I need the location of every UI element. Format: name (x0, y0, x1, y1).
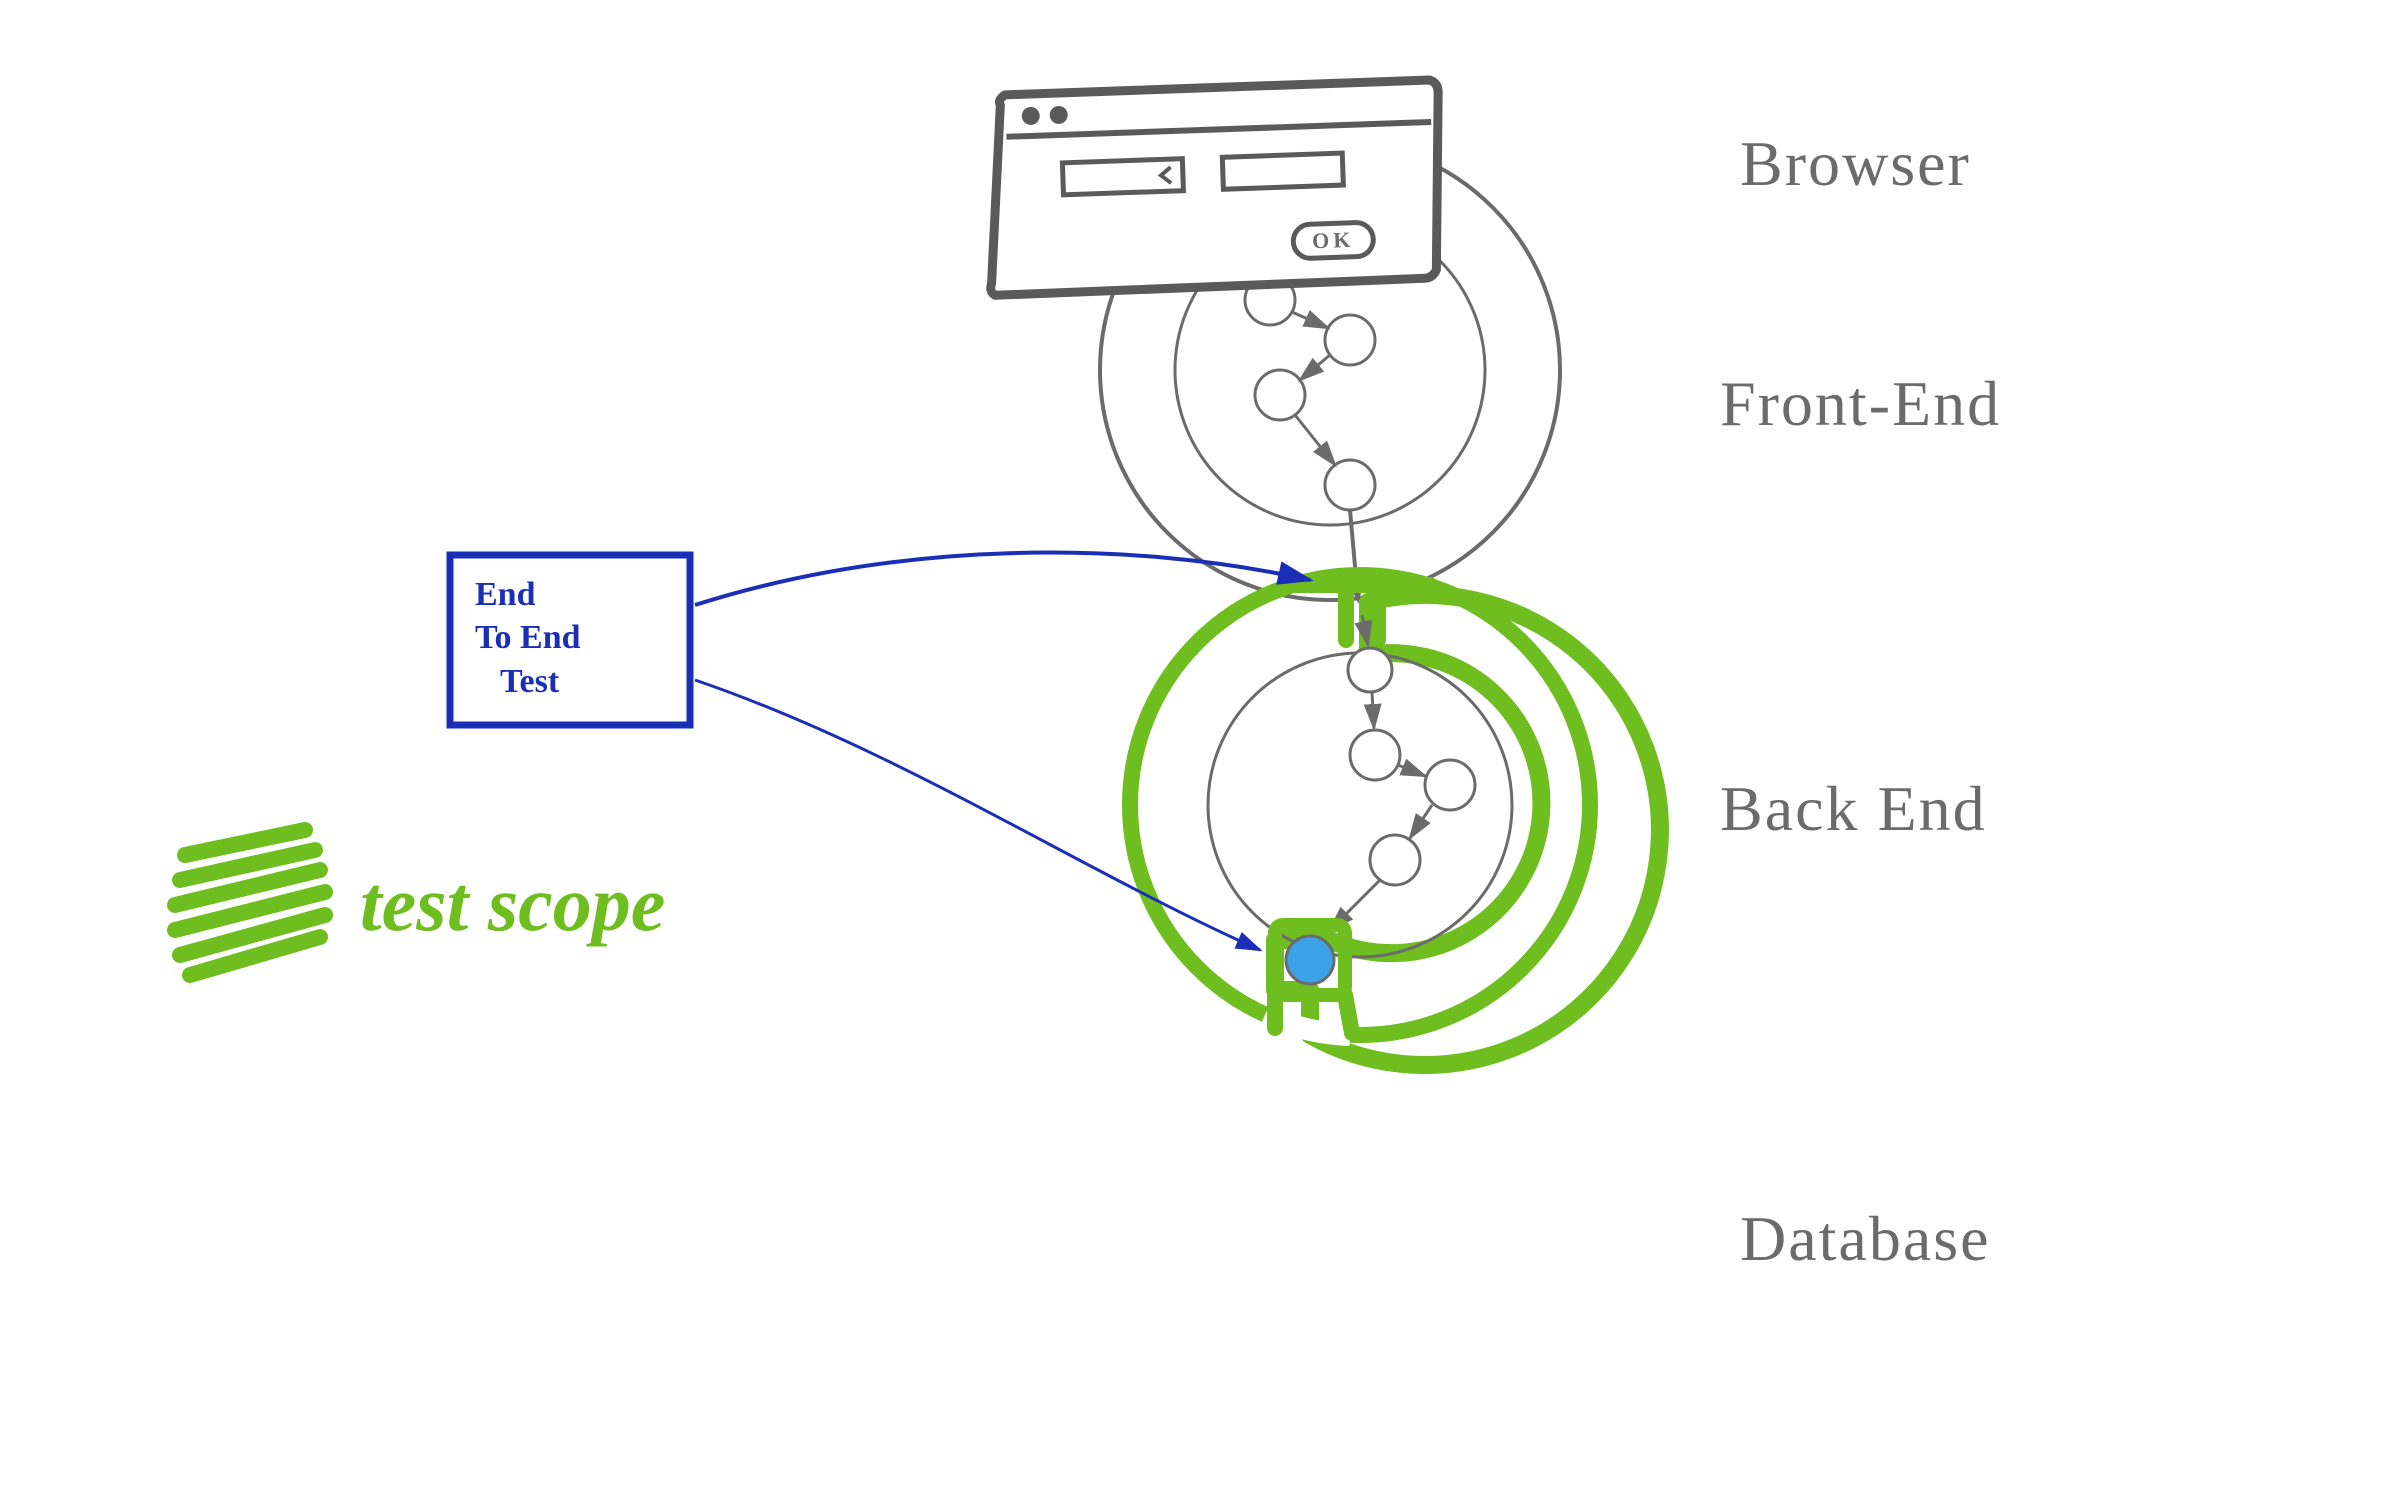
ok-button-label: OK (1312, 227, 1355, 253)
architecture-diagram: OK (0, 0, 2386, 1491)
label-backend: Back End (1720, 773, 1987, 844)
arrow-to-entry (695, 553, 1310, 605)
browser-window: OK (984, 80, 1445, 296)
backend-circle (1130, 575, 1660, 1065)
test-box-line3: Test (500, 663, 560, 700)
label-frontend: Front-End (1720, 368, 2001, 439)
legend-scope: test scope (175, 830, 665, 975)
db-port (1265, 925, 1352, 1035)
test-box-line1: End (475, 576, 536, 613)
label-browser: Browser (1740, 128, 1971, 199)
end-to-end-test-box: End To End Test (450, 555, 690, 725)
scribble-icon (175, 830, 325, 975)
arrow-to-db-port (695, 680, 1260, 950)
label-database: Database (1740, 1203, 1991, 1274)
legend-scope-label: test scope (360, 860, 665, 947)
test-box-line2: To End (475, 619, 581, 656)
